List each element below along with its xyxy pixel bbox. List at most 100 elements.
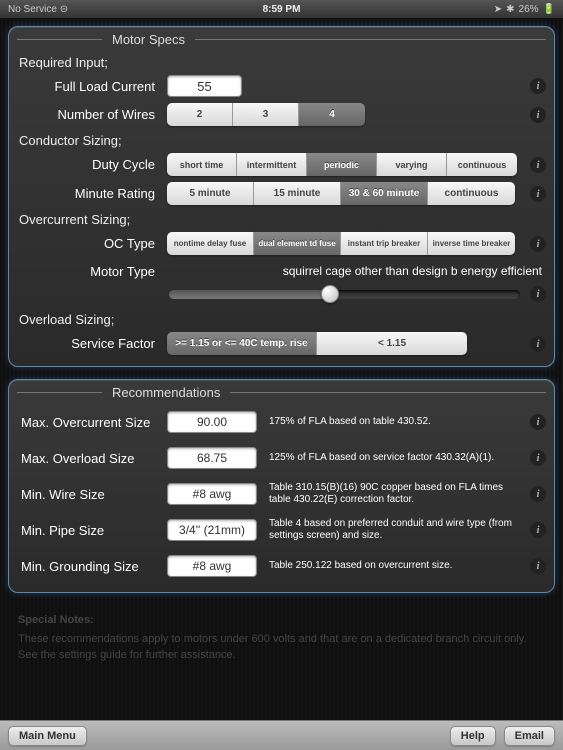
notes-title: Special Notes: [18,613,545,628]
rec-row-0: Max. Overcurrent Size 90.00 175% of FLA … [9,404,554,440]
seg-oc-1[interactable]: dual element td fuse [254,232,341,255]
motor-specs-panel: Motor Specs Required Input; Full Load Cu… [8,26,555,367]
status-bar: No Service ⊝ 8:59 PM ➤ ✱ 26% 🔋 [0,0,563,18]
rec-value: #8 awg [167,483,257,505]
rec-label: Min. Grounding Size [17,559,167,574]
rec-value: 90.00 [167,411,257,433]
seg-wires-1[interactable]: 3 [233,103,299,126]
special-notes: Special Notes: These recommendations app… [8,605,555,671]
section-required: Required Input; [9,51,554,72]
row-duty: Duty Cycle short time intermittent perio… [9,150,554,179]
seg-duty-4[interactable]: continuous [447,153,517,176]
motor-type-value: squirrel cage other than design b energy… [167,264,546,278]
seg-minute-0[interactable]: 5 minute [167,182,254,205]
panel-header: Motor Specs [9,27,554,51]
motor-slider[interactable] [169,287,520,301]
label-duty: Duty Cycle [17,157,167,172]
seg-minute-1[interactable]: 15 minute [254,182,341,205]
rec-value: 3/4'' (21mm) [167,519,257,541]
rec-label: Max. Overcurrent Size [17,415,167,430]
info-icon[interactable]: i [530,558,546,574]
bluetooth-icon: ✱ [506,4,514,15]
label-flc: Full Load Current [17,79,167,94]
label-octype: OC Type [17,236,167,251]
rec-desc: 175% of FLA based on table 430.52. [257,416,524,428]
seg-duty-1[interactable]: intermittent [237,153,307,176]
seg-sf: >= 1.15 or <= 40C temp. rise < 1.15 [167,332,467,355]
rec-label: Min. Pipe Size [17,523,167,538]
rec-label: Min. Wire Size [17,487,167,502]
rec-row-4: Min. Grounding Size #8 awg Table 250.122… [9,548,554,584]
seg-minute: 5 minute 15 minute 30 & 60 minute contin… [167,182,515,205]
info-icon[interactable]: i [530,286,546,302]
row-sf: Service Factor >= 1.15 or <= 40C temp. r… [9,329,554,358]
email-button[interactable]: Email [504,726,555,746]
seg-minute-3[interactable]: continuous [428,182,515,205]
battery-icon: 🔋 [543,4,555,15]
main-menu-button[interactable]: Main Menu [8,726,87,746]
seg-oc-3[interactable]: inverse time breaker [428,232,515,255]
info-icon[interactable]: i [530,157,546,173]
info-icon[interactable]: i [530,414,546,430]
info-icon[interactable]: i [530,336,546,352]
info-icon[interactable]: i [530,186,546,202]
battery-text: 26% [519,4,539,15]
rec-desc: Table 310.15(B)(16) 90C copper based on … [257,482,524,506]
info-icon[interactable]: i [530,486,546,502]
rec-row-1: Max. Overload Size 68.75 125% of FLA bas… [9,440,554,476]
seg-duty: short time intermittent periodic varying… [167,153,517,176]
label-sf: Service Factor [17,336,167,351]
row-motor: Motor Type squirrel cage other than desi… [9,258,554,284]
recommendations-panel: Recommendations Max. Overcurrent Size 90… [8,379,555,593]
rec-row-2: Min. Wire Size #8 awg Table 310.15(B)(16… [9,476,554,512]
label-motor: Motor Type [17,264,167,279]
info-icon[interactable]: i [530,78,546,94]
info-icon[interactable]: i [530,522,546,538]
seg-minute-2[interactable]: 30 & 60 minute [341,182,428,205]
status-right: ➤ ✱ 26% 🔋 [494,4,555,15]
slider-thumb[interactable] [321,285,339,303]
label-minute: Minute Rating [17,186,167,201]
seg-duty-3[interactable]: varying [377,153,447,176]
rec-value: #8 awg [167,555,257,577]
clock: 8:59 PM [263,4,301,15]
seg-sf-0[interactable]: >= 1.15 or <= 40C temp. rise [167,332,317,355]
row-octype: OC Type nontime delay fuse dual element … [9,229,554,258]
panel-title: Motor Specs [102,32,195,47]
rec-label: Max. Overload Size [17,451,167,466]
row-minute: Minute Rating 5 minute 15 minute 30 & 60… [9,179,554,208]
seg-sf-1[interactable]: < 1.15 [317,332,467,355]
input-flc[interactable] [167,75,242,97]
rec-row-3: Min. Pipe Size 3/4'' (21mm) Table 4 base… [9,512,554,548]
seg-duty-2[interactable]: periodic [307,153,377,176]
panel-header: Recommendations [9,380,554,404]
section-overload: Overload Sizing; [9,308,554,329]
seg-oc-2[interactable]: instant trip breaker [341,232,428,255]
seg-wires: 2 3 4 [167,103,365,126]
section-conductor: Conductor Sizing; [9,129,554,150]
notes-body: These recommendations apply to motors un… [18,632,545,663]
help-button[interactable]: Help [450,726,496,746]
panel-title: Recommendations [102,385,230,400]
section-overcurrent: Overcurrent Sizing; [9,208,554,229]
location-icon: ➤ [494,4,502,15]
row-flc: Full Load Current i [9,72,554,100]
seg-octype: nontime delay fuse dual element td fuse … [167,232,515,255]
seg-duty-0[interactable]: short time [167,153,237,176]
row-wires: Number of Wires 2 3 4 i [9,100,554,129]
rec-desc: 125% of FLA based on service factor 430.… [257,452,524,464]
seg-wires-0[interactable]: 2 [167,103,233,126]
rec-desc: Table 250.122 based on overcurrent size. [257,560,524,572]
row-motor-slider: i [9,284,554,308]
carrier-text: No Service ⊝ [8,4,68,15]
info-icon[interactable]: i [530,107,546,123]
seg-wires-2[interactable]: 4 [299,103,365,126]
info-icon[interactable]: i [530,236,546,252]
label-wires: Number of Wires [17,107,167,122]
rec-desc: Table 4 based on preferred conduit and w… [257,518,524,542]
info-icon[interactable]: i [530,450,546,466]
toolbar: Main Menu Help Email [0,720,563,750]
seg-oc-0[interactable]: nontime delay fuse [167,232,254,255]
content-area: Motor Specs Required Input; Full Load Cu… [0,18,563,720]
rec-value: 68.75 [167,447,257,469]
